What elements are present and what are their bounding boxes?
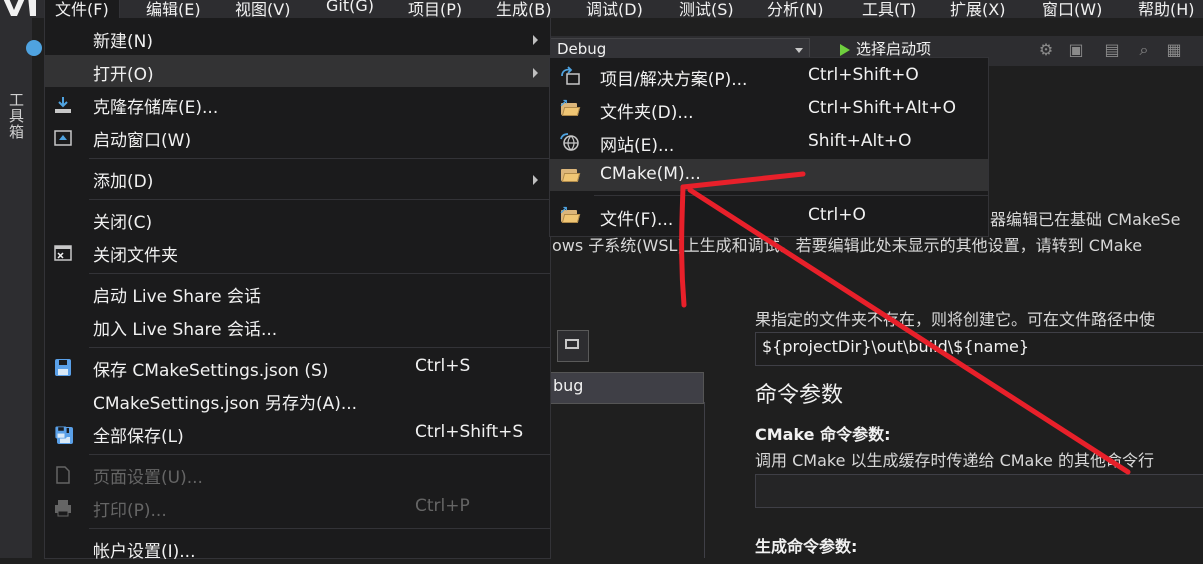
start-debug-button[interactable]: 选择启动项 bbox=[840, 38, 931, 59]
menu-item-close-folder[interactable]: 关闭文件夹 bbox=[45, 236, 550, 268]
submenu-arrow-icon bbox=[533, 68, 538, 78]
build-root-value: ${projectDir}\out\build\${name} bbox=[762, 337, 1030, 356]
build-root-input[interactable]: ${projectDir}\out\build\${name} bbox=[755, 332, 1203, 366]
configuration-value: Debug bbox=[557, 40, 607, 58]
separator bbox=[89, 454, 550, 455]
folder-hint: 果指定的文件夹不存在，则将创建它。可在文件路径中使 bbox=[755, 310, 1156, 329]
separator bbox=[594, 195, 988, 196]
file-menu: 新建(N) 打开(O) 克隆存储库(E)... 启动窗口(W) 添加(D) 关闭… bbox=[44, 18, 551, 562]
separator bbox=[89, 199, 550, 200]
menu-analyze[interactable]: 分析(N) bbox=[767, 0, 823, 18]
menu-item-start-window[interactable]: 启动窗口(W) bbox=[45, 121, 550, 153]
menu-item-new[interactable]: 新建(N) bbox=[45, 22, 550, 54]
toolbar-extra-icon[interactable]: ▦ bbox=[1164, 40, 1184, 60]
menu-item-save-all[interactable]: 全部保存(L) Ctrl+Shift+S bbox=[45, 417, 550, 449]
submenu-item-file[interactable]: ↗ 文件(F)... Ctrl+O bbox=[550, 200, 988, 232]
description-line-1: 器编辑已在基础 CMakeSe bbox=[990, 210, 1181, 229]
attach-icon[interactable]: ▣ bbox=[1066, 40, 1086, 60]
toolbox-tab[interactable]: 工具箱 bbox=[6, 92, 27, 140]
configuration-item-label: bug bbox=[553, 376, 584, 395]
menu-item-page-setup[interactable]: 页面设置(U)... bbox=[45, 458, 550, 490]
gear-icon[interactable]: ⚙ bbox=[1036, 40, 1056, 60]
open-file-icon: ↗ bbox=[559, 204, 581, 226]
cmake-args-input[interactable] bbox=[755, 474, 1203, 508]
menu-git[interactable]: Git(G) bbox=[326, 0, 374, 15]
menu-extensions[interactable]: 扩展(X) bbox=[950, 0, 1005, 18]
open-submenu: 项目/解决方案(P)... Ctrl+Shift+O ↗ 文件夹(D)... C… bbox=[549, 57, 989, 237]
print-icon bbox=[55, 500, 71, 517]
stack-icon[interactable]: ▤ bbox=[1102, 40, 1122, 60]
find-icon[interactable]: ⌕ bbox=[1134, 40, 1154, 60]
page-setup-icon bbox=[56, 466, 70, 484]
cmake-args-description: 调用 CMake 以生成缓存时传递给 CMake 的其他命令行 bbox=[755, 451, 1154, 470]
clone-icon bbox=[55, 97, 71, 113]
menu-item-open[interactable]: 打开(O) bbox=[45, 55, 550, 87]
menu-item-account-settings[interactable]: 帐户设置(I)... bbox=[45, 532, 550, 564]
menu-item-save-as[interactable]: CMakeSettings.json 另存为(A)... bbox=[45, 384, 550, 416]
menu-bar: 文件(F) 编辑(E) 视图(V) Git(G) 项目(P) 生成(B) 调试(… bbox=[0, 0, 1203, 18]
start-label: 选择启动项 bbox=[856, 40, 932, 58]
menu-item-join-live-share[interactable]: 加入 Live Share 会话... bbox=[45, 310, 550, 342]
chevron-down-icon bbox=[795, 48, 803, 53]
submenu-item-folder[interactable]: ↗ 文件夹(D)... Ctrl+Shift+Alt+O bbox=[550, 93, 988, 125]
cmake-args-label: CMake 命令参数: bbox=[755, 425, 891, 444]
open-folder-icon: ↗ bbox=[559, 97, 581, 119]
menu-build[interactable]: 生成(B) bbox=[496, 0, 551, 18]
menu-tools[interactable]: 工具(T) bbox=[862, 0, 916, 18]
save-all-icon bbox=[53, 424, 73, 444]
menu-edit[interactable]: 编辑(E) bbox=[146, 0, 201, 18]
configuration-list-item[interactable]: bug bbox=[548, 372, 704, 404]
menu-window[interactable]: 窗口(W) bbox=[1042, 0, 1102, 18]
separator bbox=[89, 528, 550, 529]
cmake-folder-icon bbox=[559, 165, 581, 185]
visual-studio-logo-icon bbox=[3, 0, 36, 16]
start-window-icon bbox=[54, 130, 72, 146]
separator bbox=[89, 273, 550, 274]
menu-test[interactable]: 测试(S) bbox=[679, 0, 734, 18]
menu-item-clone-repository[interactable]: 克隆存储库(E)... bbox=[45, 88, 550, 120]
menu-debug[interactable]: 调试(D) bbox=[586, 0, 643, 18]
menu-item-start-live-share[interactable]: 启动 Live Share 会话 bbox=[45, 277, 550, 309]
configuration-list bbox=[548, 402, 705, 558]
build-args-label: 生成命令参数: bbox=[755, 537, 858, 556]
window-icon bbox=[565, 339, 579, 349]
submenu-arrow-icon bbox=[533, 175, 538, 185]
globe-icon bbox=[560, 133, 579, 151]
section-heading-command-args: 命令参数 bbox=[755, 383, 844, 408]
separator bbox=[89, 347, 550, 348]
play-icon bbox=[840, 43, 850, 56]
menu-item-close[interactable]: 关闭(C) bbox=[45, 203, 550, 235]
menu-item-add[interactable]: 添加(D) bbox=[45, 162, 550, 194]
submenu-item-project-solution[interactable]: 项目/解决方案(P)... Ctrl+Shift+O bbox=[550, 60, 988, 92]
collapse-button[interactable] bbox=[557, 330, 589, 362]
menu-view[interactable]: 视图(V) bbox=[235, 0, 290, 18]
menu-item-print[interactable]: 打印(P)... Ctrl+P bbox=[45, 491, 550, 523]
save-icon bbox=[53, 358, 73, 378]
submenu-item-website[interactable]: 网站(E)... Shift+Alt+O bbox=[550, 126, 988, 158]
back-icon[interactable] bbox=[26, 40, 42, 56]
menu-file[interactable]: 文件(F) bbox=[44, 0, 120, 18]
open-project-icon bbox=[561, 66, 580, 85]
menu-help[interactable]: 帮助(H) bbox=[1138, 0, 1195, 18]
menu-project[interactable]: 项目(P) bbox=[408, 0, 462, 18]
submenu-item-cmake[interactable]: CMake(M)... bbox=[550, 159, 988, 191]
close-folder-icon bbox=[54, 245, 72, 261]
separator bbox=[89, 158, 550, 159]
submenu-arrow-icon bbox=[533, 35, 538, 45]
menu-item-save[interactable]: 保存 CMakeSettings.json (S) Ctrl+S bbox=[45, 351, 550, 383]
